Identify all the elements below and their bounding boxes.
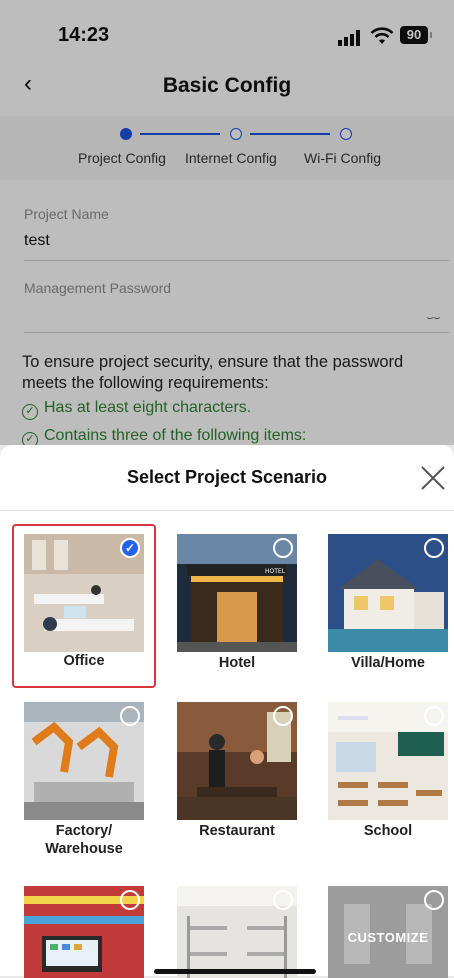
modal-backdrop[interactable] <box>0 0 454 445</box>
scenario-label: Hotel <box>218 655 256 671</box>
unselected-radio-icon <box>273 538 293 558</box>
restaurant-image <box>177 702 297 820</box>
customize-image: CUSTOMIZE <box>328 886 448 978</box>
unselected-radio-icon <box>424 538 444 558</box>
scenario-hotel[interactable]: HOTEL Hotel <box>167 526 307 686</box>
sheet-title: Select Project Scenario <box>126 467 328 487</box>
retail-image <box>24 886 144 978</box>
scenario-retail[interactable] <box>14 878 154 978</box>
factory-image <box>24 702 144 820</box>
unselected-radio-icon <box>273 706 293 726</box>
scenario-label: Villa/Home <box>351 655 425 671</box>
scenario-label: School <box>363 823 413 839</box>
hotel-image: HOTEL <box>177 534 297 652</box>
selected-check-icon <box>120 538 140 558</box>
customize-label: CUSTOMIZE <box>347 930 429 945</box>
scenario-dormitory[interactable] <box>167 878 307 978</box>
scenario-label: Factory/ Warehouse <box>45 823 123 857</box>
unselected-radio-icon <box>424 706 444 726</box>
close-icon[interactable] <box>420 465 446 491</box>
villa-image <box>328 534 448 652</box>
scenario-sheet: Select Project Scenario Office <box>0 445 454 978</box>
scenario-school[interactable]: School <box>318 694 454 864</box>
scenario-villa-home[interactable]: Villa/Home <box>318 526 454 686</box>
scenario-restaurant[interactable]: Restaurant <box>167 694 307 864</box>
scenario-label: Office <box>63 653 105 669</box>
unselected-radio-icon <box>273 890 293 910</box>
home-indicator <box>154 969 316 974</box>
scenario-customize[interactable]: CUSTOMIZE <box>318 878 454 978</box>
sheet-divider <box>0 510 454 511</box>
unselected-radio-icon <box>120 706 140 726</box>
school-image <box>328 702 448 820</box>
dormitory-image <box>177 886 297 978</box>
svg-text:HOTEL: HOTEL <box>265 568 286 575</box>
unselected-radio-icon <box>424 890 444 910</box>
office-image <box>24 534 144 652</box>
unselected-radio-icon <box>120 890 140 910</box>
scenario-office[interactable]: Office <box>12 524 156 688</box>
scenario-label: Restaurant <box>199 823 275 839</box>
scenario-factory-warehouse[interactable]: Factory/ Warehouse <box>14 694 154 864</box>
